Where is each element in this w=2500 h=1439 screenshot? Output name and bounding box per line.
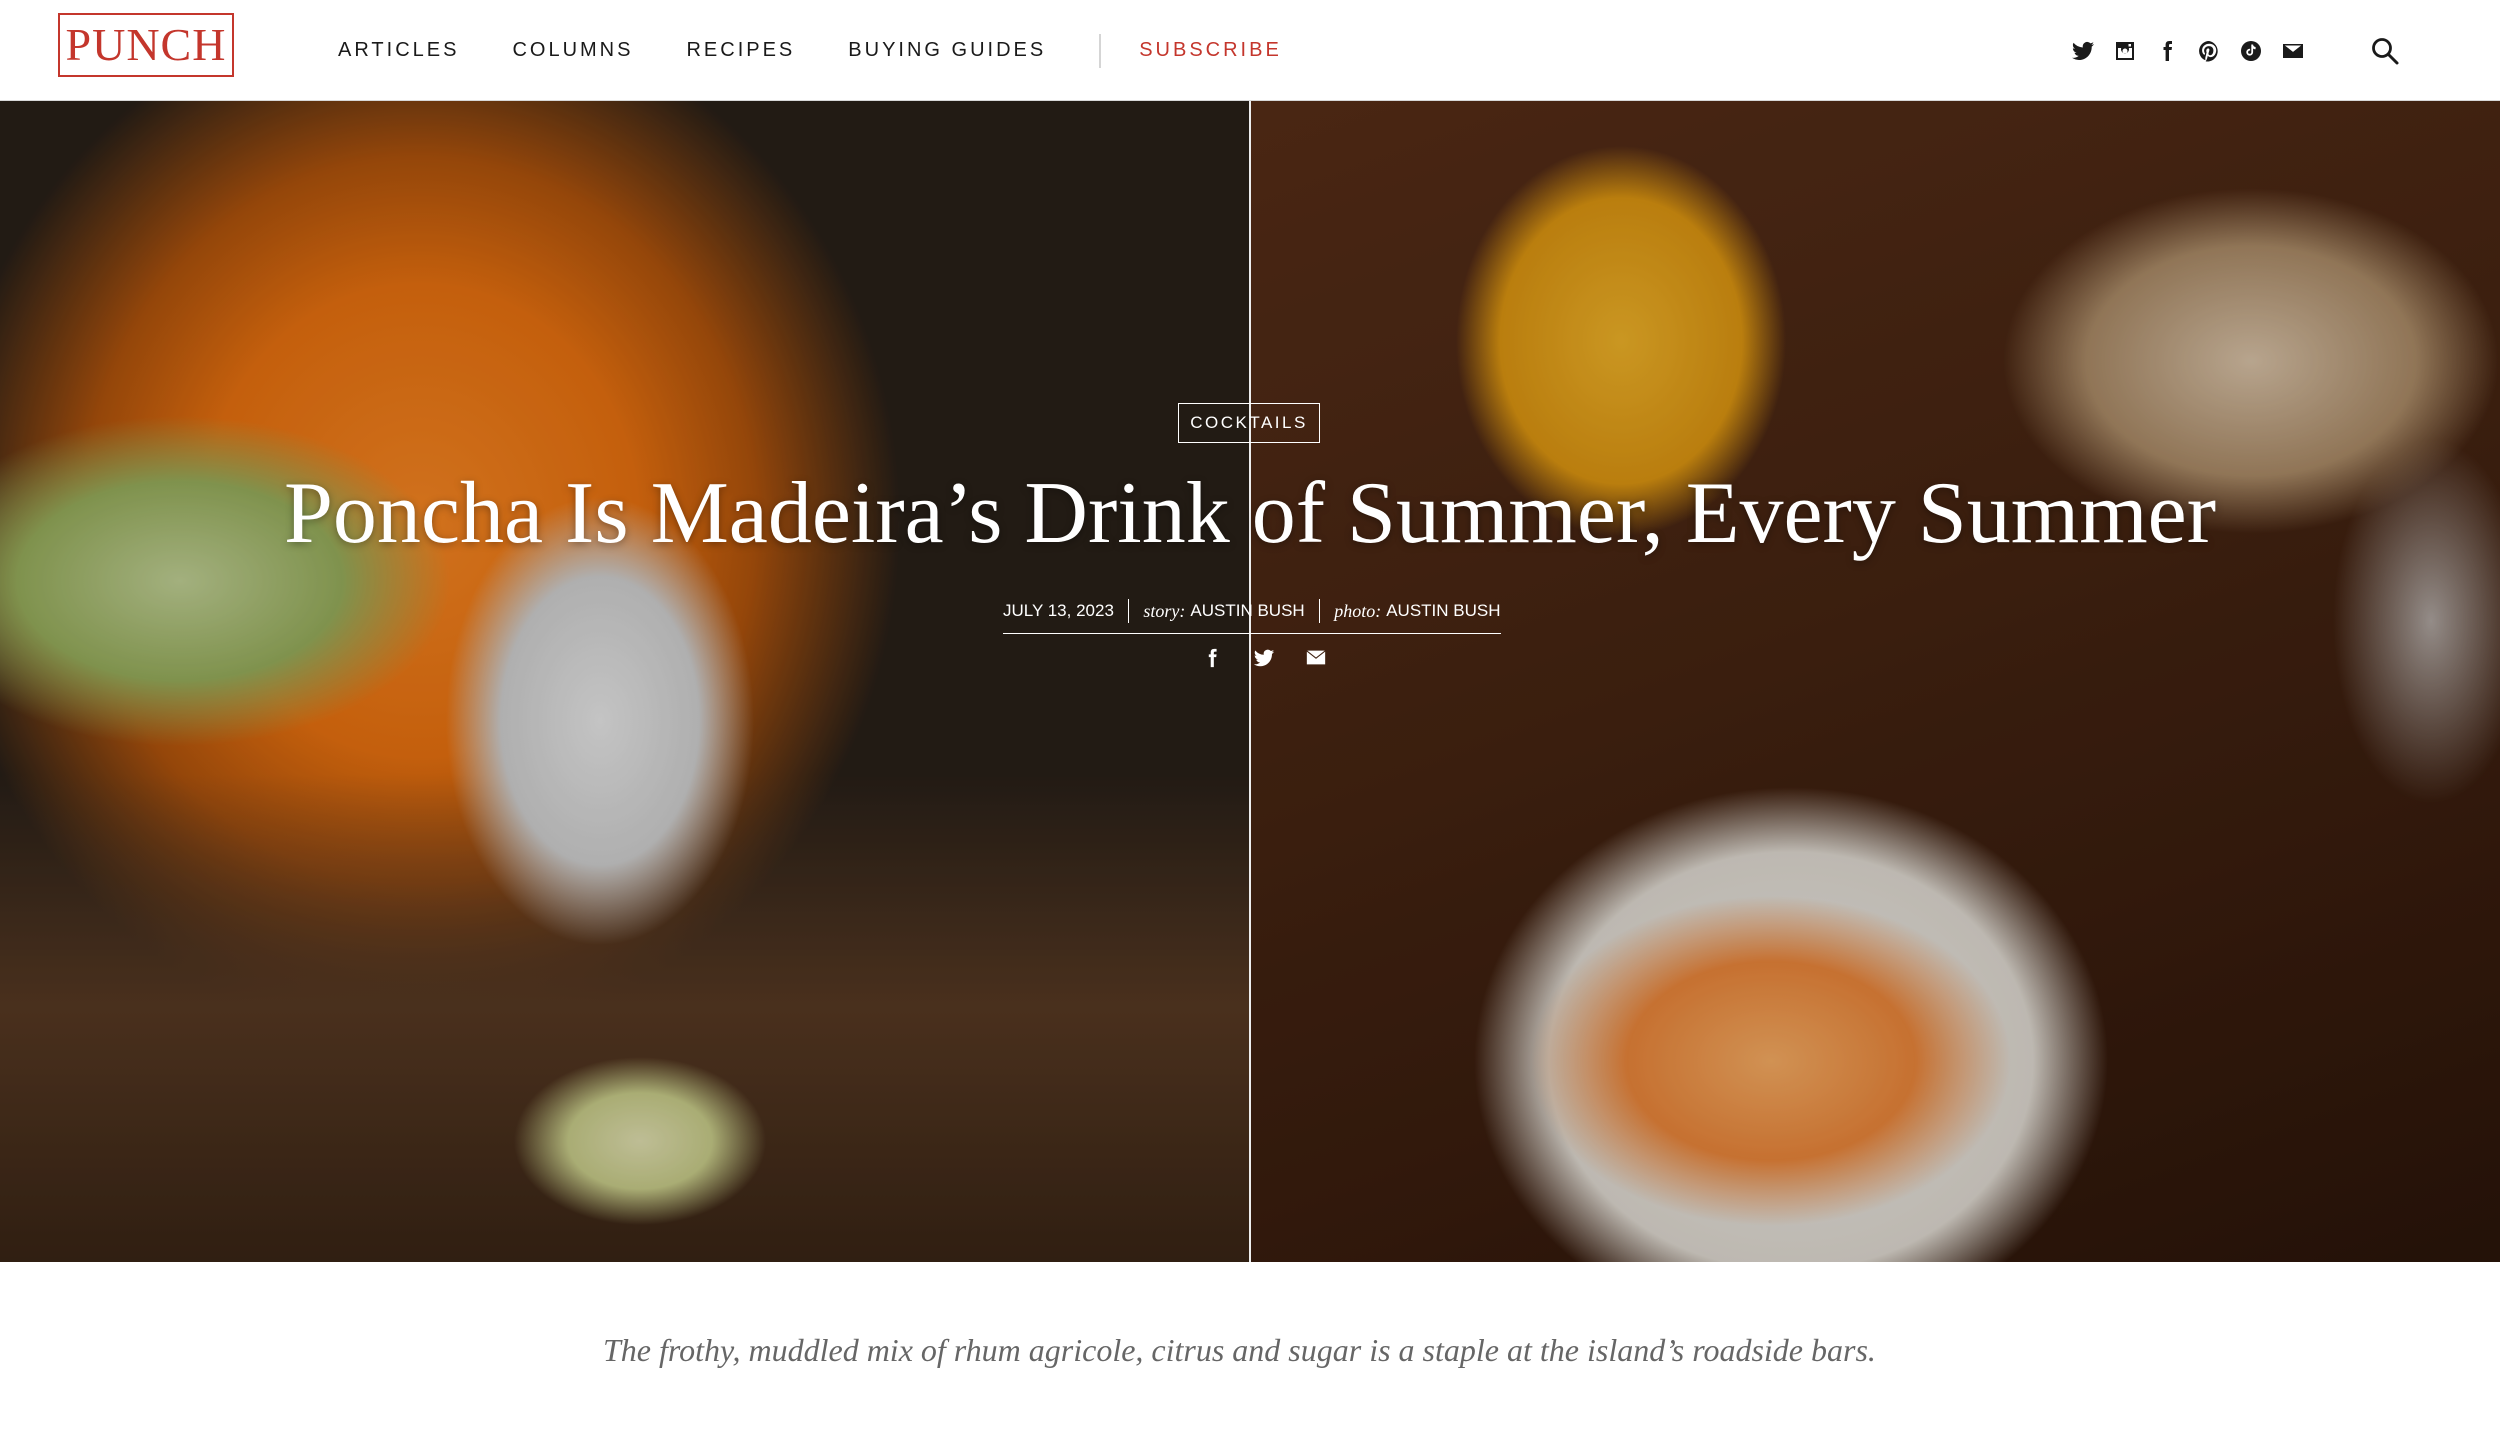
article-dek: The frothy, muddled mix of rhum agricole… xyxy=(603,1332,1876,1368)
nav-item-recipes[interactable]: RECIPES xyxy=(686,39,795,62)
subscribe-link[interactable]: SUBSCRIBE xyxy=(1139,39,1282,62)
twitter-icon[interactable] xyxy=(1252,646,1276,670)
nav-item-columns[interactable]: COLUMNS xyxy=(512,39,633,62)
nav-item-articles[interactable]: ARTICLES xyxy=(338,39,459,62)
mail-icon[interactable] xyxy=(2280,38,2306,64)
facebook-icon[interactable] xyxy=(2154,38,2180,64)
publish-date: JULY 13, 2023 xyxy=(1003,601,1114,620)
mail-icon[interactable] xyxy=(1304,646,1328,670)
instagram-icon[interactable] xyxy=(2112,38,2138,64)
facebook-icon[interactable] xyxy=(1200,646,1224,670)
hero-section: COCKTAILS Poncha Is Madeira’s Drink of S… xyxy=(0,101,2500,1262)
story-label: story: xyxy=(1143,600,1186,621)
search-icon[interactable] xyxy=(2370,36,2400,66)
social-links xyxy=(2070,0,2500,101)
site-header: PUNCH ARTICLES COLUMNS RECIPES BUYING GU… xyxy=(0,0,2500,101)
nav-item-buying-guides[interactable]: BUYING GUIDES xyxy=(848,39,1046,62)
photo-author[interactable]: AUSTIN BUSH xyxy=(1386,601,1500,621)
hero-divider xyxy=(1249,101,1251,1262)
main-nav: ARTICLES COLUMNS RECIPES BUYING GUIDES S… xyxy=(338,0,1282,101)
photo-label: photo: xyxy=(1334,600,1382,621)
punch-logo[interactable]: PUNCH xyxy=(58,13,234,77)
byline: JULY 13, 2023 story: AUSTIN BUSH photo: … xyxy=(1003,591,1501,634)
nav-divider xyxy=(1099,33,1102,68)
twitter-icon[interactable] xyxy=(2070,38,2096,64)
article-title: Poncha Is Madeira’s Drink of Summer, Eve… xyxy=(283,465,2217,562)
category-tag[interactable]: COCKTAILS xyxy=(1178,403,1320,443)
byline-separator xyxy=(1318,599,1321,623)
pinterest-icon[interactable] xyxy=(2196,38,2222,64)
story-author[interactable]: AUSTIN BUSH xyxy=(1190,601,1304,621)
tiktok-icon[interactable] xyxy=(2238,38,2264,64)
share-links xyxy=(1186,646,1342,670)
byline-separator xyxy=(1127,599,1130,623)
